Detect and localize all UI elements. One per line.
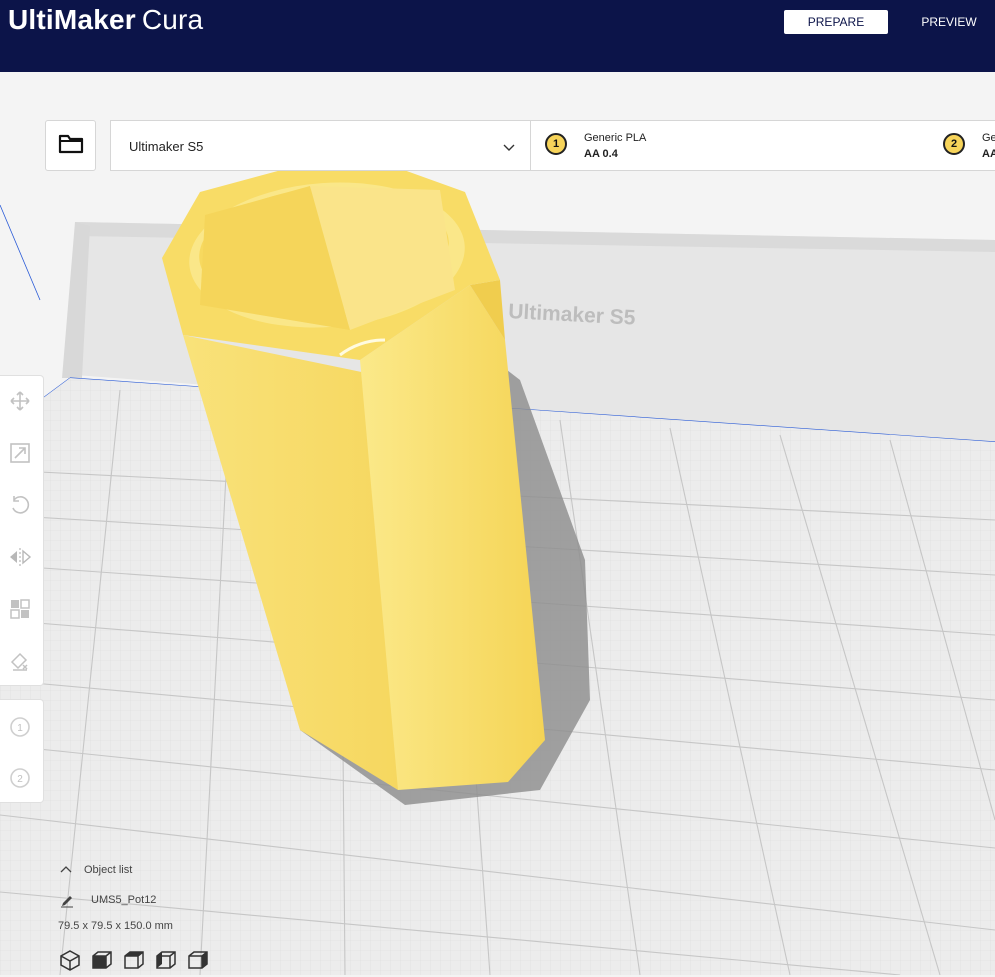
view-3d-button[interactable]: [58, 948, 84, 974]
3d-view-icon: [60, 950, 80, 971]
open-file-button[interactable]: [45, 120, 96, 171]
object-name-row[interactable]: UMS5_Pot12: [58, 892, 198, 908]
extruder-2-icon: 2: [10, 768, 30, 788]
tab-prepare[interactable]: PREPARE: [784, 10, 888, 34]
move-tool-button[interactable]: [5, 388, 35, 418]
logo-brand: UltiMaker: [8, 4, 136, 35]
top-view-icon: [124, 951, 144, 969]
per-model-settings-button[interactable]: [5, 596, 35, 626]
pencil-icon: [60, 894, 74, 911]
scale-tool-button[interactable]: [5, 440, 35, 470]
header-bar: UltiMaker Cura PREPARE PREVIEW: [0, 0, 995, 72]
rotate-icon: [9, 494, 31, 521]
extruder-toolbar: 1 2: [0, 699, 44, 803]
support-blocker-icon: [9, 650, 31, 677]
object-list-toggle[interactable]: Object list: [58, 862, 168, 878]
extruder-2-badge: 2: [943, 133, 965, 155]
3d-viewport[interactable]: Ultimaker S5 Ultimaker S5 1 Generic PLA …: [0, 72, 995, 975]
machine-selector[interactable]: Ultimaker S5: [111, 121, 531, 170]
view-right-button[interactable]: [186, 948, 212, 974]
logo-product: Cura: [141, 4, 204, 35]
per-model-settings-icon: [9, 598, 31, 625]
chevron-up-icon: [60, 864, 72, 876]
rotate-tool-button[interactable]: [5, 492, 35, 522]
extruder-2-nozzle: AA: [982, 148, 995, 160]
move-icon: [9, 390, 31, 417]
scale-icon: [9, 442, 31, 469]
extruder-1-badge: 1: [545, 133, 567, 155]
extruder-1-nozzle: AA 0.4: [584, 148, 618, 160]
mirror-icon: [8, 546, 32, 573]
extruder-1-selector[interactable]: 1 Generic PLA AA 0.4: [537, 121, 917, 170]
right-view-icon: [188, 951, 208, 969]
extruder-1-material: Generic PLA: [584, 132, 647, 144]
extruder-2-material: Ge: [982, 132, 995, 144]
extruder-tool-2-label: 2: [17, 774, 23, 785]
folder-icon: [58, 132, 84, 159]
app-logo: UltiMaker Cura: [8, 4, 203, 36]
left-toolbar: [0, 375, 44, 686]
left-view-icon: [156, 951, 176, 969]
view-front-button[interactable]: [90, 948, 116, 974]
extruder-tool-1-label: 1: [17, 723, 23, 734]
tab-preview[interactable]: PREVIEW: [904, 10, 994, 34]
chevron-down-icon: [503, 139, 515, 157]
object-dimensions: 79.5 x 79.5 x 150.0 mm: [58, 920, 173, 932]
extruder-2-selector[interactable]: 2 Ge AA: [935, 121, 995, 170]
scene: Ultimaker S5: [0, 72, 995, 975]
extruder-1-icon: 1: [10, 717, 30, 737]
extruder-2-tool[interactable]: 2: [5, 763, 35, 793]
extruder-1-tool[interactable]: 1: [5, 712, 35, 742]
object-list-label: Object list: [84, 864, 133, 876]
front-view-icon: [92, 951, 112, 969]
support-blocker-button[interactable]: [5, 648, 35, 678]
view-left-button[interactable]: [154, 948, 180, 974]
mirror-tool-button[interactable]: [5, 544, 35, 574]
object-name: UMS5_Pot12: [91, 894, 157, 906]
view-top-button[interactable]: [122, 948, 148, 974]
machine-name: Ultimaker S5: [129, 139, 204, 154]
machine-bar: Ultimaker S5 1 Generic PLA AA 0.4 2 Ge A…: [110, 120, 995, 171]
